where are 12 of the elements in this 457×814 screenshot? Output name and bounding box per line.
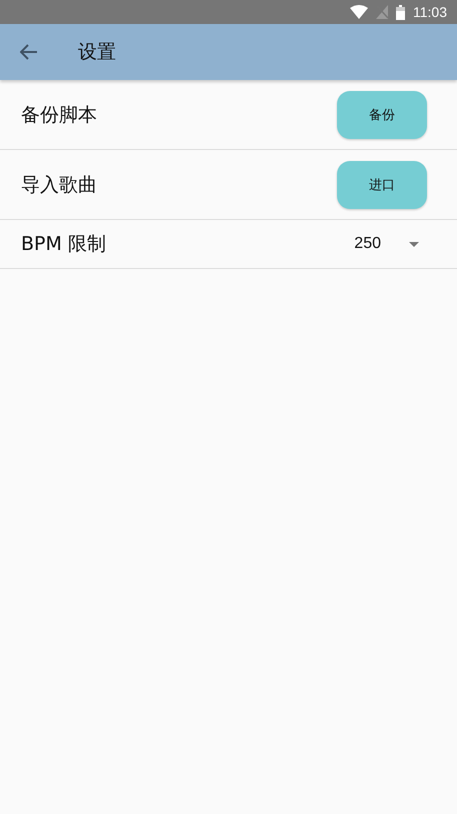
bpm-dropdown[interactable]: 250 xyxy=(354,235,427,253)
action-button[interactable]: 备份 xyxy=(337,90,427,138)
screen-title: 设置 xyxy=(78,40,116,65)
action-button[interactable]: 进口 xyxy=(337,160,427,208)
setting-label: 导入歌曲 xyxy=(21,172,97,198)
wifi-icon xyxy=(350,5,368,19)
caret-icon xyxy=(409,242,419,246)
battery-icon xyxy=(396,4,405,20)
status-time: 11:03 xyxy=(413,4,447,20)
no-signal-icon xyxy=(376,5,388,19)
setting-label: BPM 限制 xyxy=(21,232,106,257)
setting-label: 备份脚本 xyxy=(21,102,97,128)
